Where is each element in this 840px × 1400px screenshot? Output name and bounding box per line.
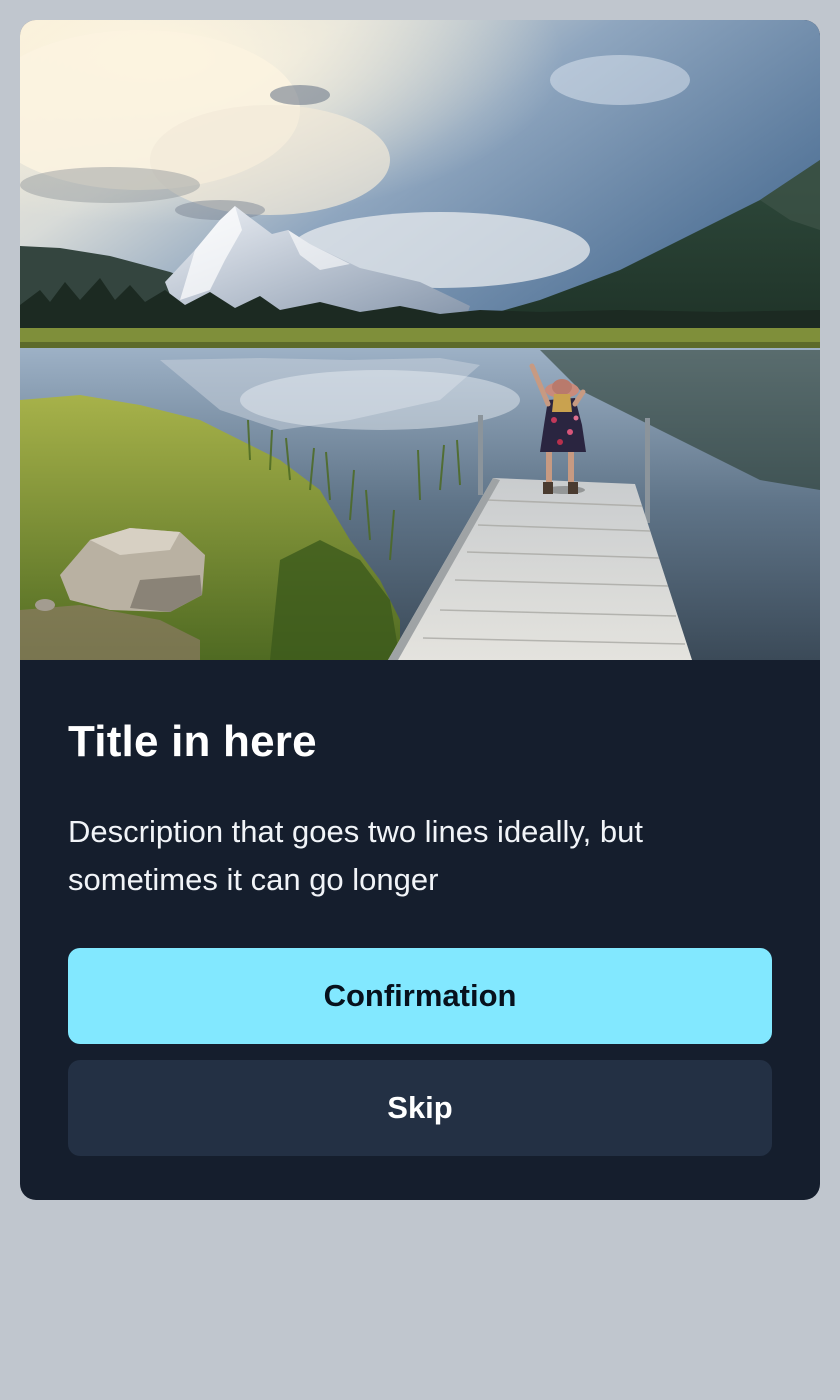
card-title: Title in here xyxy=(68,717,317,766)
card-content: Title in here Description that goes two … xyxy=(20,716,820,1156)
card-description: Description that goes two lines ideally,… xyxy=(68,814,643,897)
hero-image xyxy=(20,20,820,660)
skip-button[interactable]: Skip xyxy=(68,1060,772,1156)
onboarding-card: Title in here Description that goes two … xyxy=(20,20,820,1200)
confirmation-button[interactable]: Confirmation xyxy=(68,948,772,1044)
